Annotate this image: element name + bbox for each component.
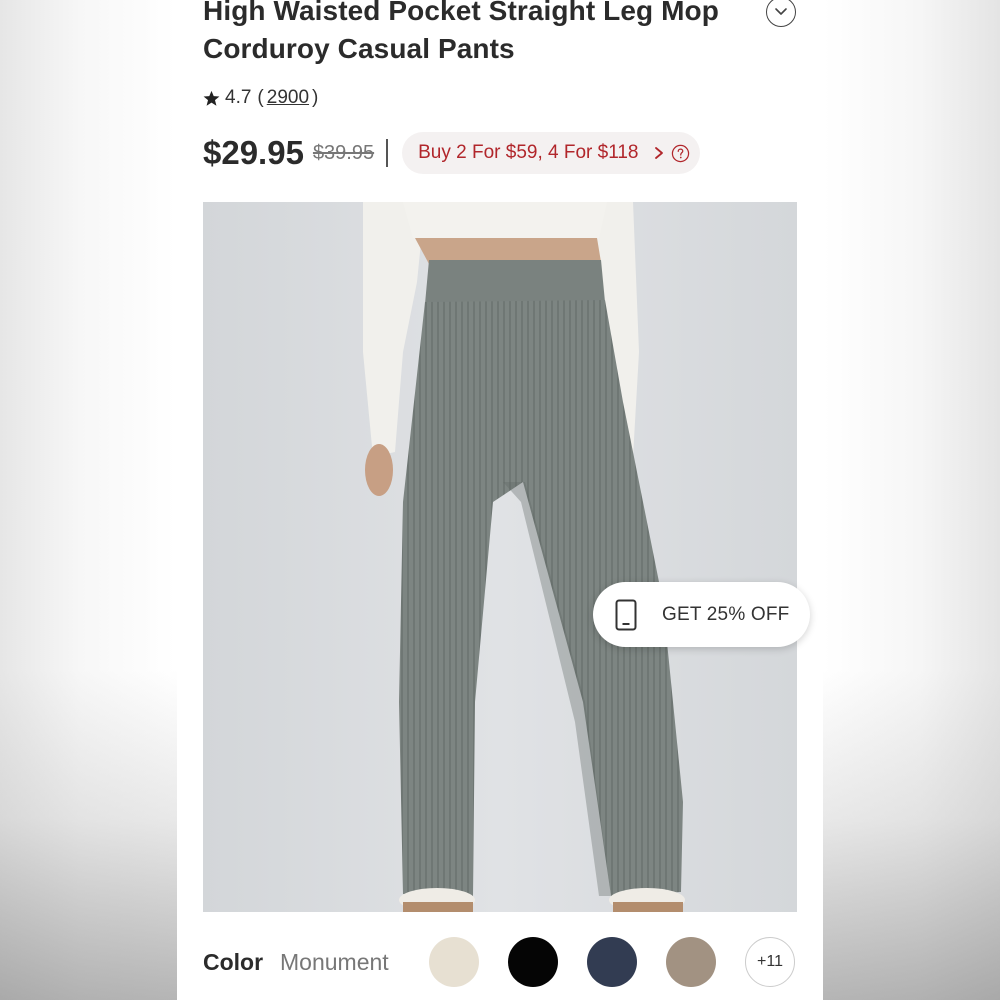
price-divider: [386, 139, 389, 167]
question-circle-icon[interactable]: [671, 144, 690, 163]
more-colors-button[interactable]: +11: [745, 937, 795, 987]
color-label: Color: [203, 949, 264, 975]
review-open-paren: (: [257, 87, 264, 108]
rating-summary: 4.7 ( 2900 ): [203, 86, 318, 110]
color-selector: Color Monument +11: [177, 912, 823, 1000]
selected-color-name: Monument: [280, 949, 389, 975]
product-page: High Waisted Pocket Straight Leg Mop Cor…: [177, 0, 823, 1000]
rating-value: 4.7: [225, 87, 252, 108]
color-swatch[interactable]: [587, 937, 637, 987]
promo-text: Buy 2 For $59, 4 For $118: [418, 142, 639, 163]
current-price: $29.95: [203, 134, 304, 171]
coupon-button[interactable]: GET 25% OFF: [593, 582, 810, 647]
review-close-paren: ): [312, 87, 319, 108]
chevron-right-icon: [654, 147, 663, 159]
price-row: $29.95 $39.95 Buy 2 For $59, 4 For $118: [203, 130, 700, 176]
review-count-link[interactable]: 2900: [267, 87, 309, 109]
chevron-down-icon: [775, 8, 787, 15]
star-icon: [203, 90, 220, 106]
product-image[interactable]: [203, 202, 797, 912]
original-price: $39.95: [312, 141, 375, 164]
color-swatch[interactable]: [508, 937, 558, 987]
color-swatch[interactable]: [666, 937, 716, 987]
phone-icon: [615, 599, 637, 630]
expand-title-button[interactable]: [766, 0, 796, 27]
color-swatch[interactable]: [429, 937, 479, 987]
coupon-label: GET 25% OFF: [662, 603, 790, 625]
promo-badge[interactable]: Buy 2 For $59, 4 For $118: [402, 132, 700, 174]
product-title: High Waisted Pocket Straight Leg Mop Cor…: [203, 0, 719, 64]
product-photo: [203, 202, 797, 912]
